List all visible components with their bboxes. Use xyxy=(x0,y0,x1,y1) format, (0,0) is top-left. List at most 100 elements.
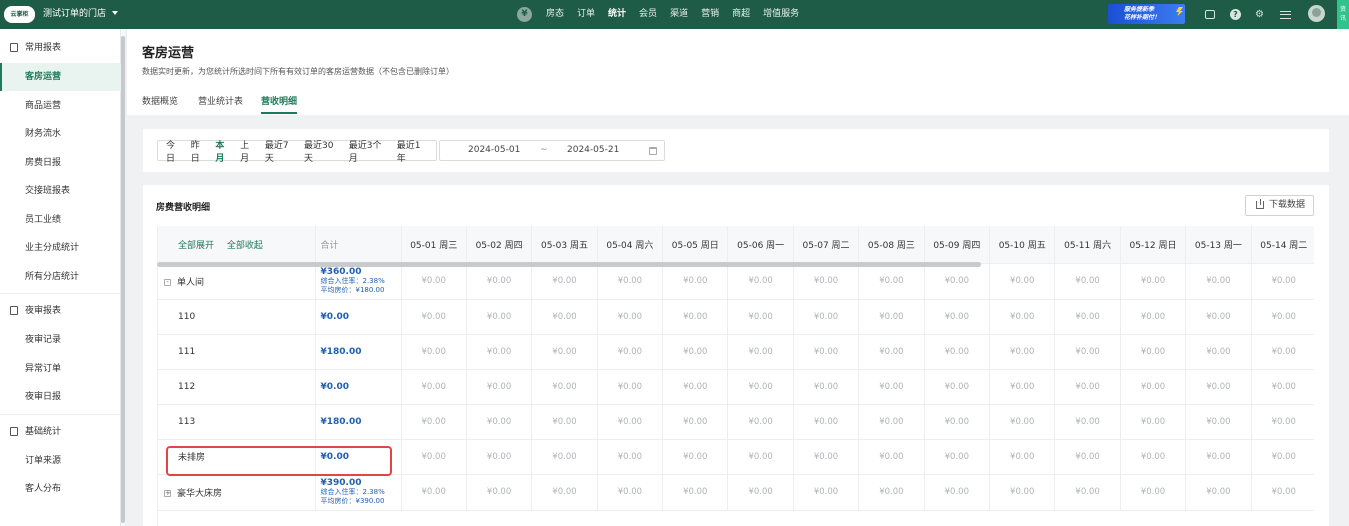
daily-revenue-cell: ¥0.00 xyxy=(662,299,729,335)
date-header: 05-02 周四 xyxy=(466,226,533,264)
sidebar-item-1-1[interactable]: 异常订单 xyxy=(0,355,121,383)
daily-revenue-cell: ¥0.00 xyxy=(597,334,664,370)
nav-item-2[interactable]: 统计 xyxy=(608,0,626,29)
end-date[interactable]: 2024-05-21 xyxy=(567,141,619,160)
start-date[interactable]: 2024-05-01 xyxy=(468,141,520,160)
daily-revenue-cell: ¥0.00 xyxy=(401,334,467,370)
message-icon[interactable] xyxy=(1205,10,1215,19)
nav-item-3[interactable]: 会员 xyxy=(639,0,657,29)
daily-revenue-cell: ¥0.00 xyxy=(466,369,533,405)
quick-range-5[interactable]: 最近30天 xyxy=(304,138,342,164)
help-icon[interactable]: ? xyxy=(1230,9,1241,20)
daily-revenue-cell: ¥0.00 xyxy=(531,334,598,370)
total-header: 合计 xyxy=(315,226,402,264)
row-name-cell: + 豪华大床房 xyxy=(158,474,316,511)
daily-revenue-cell: ¥0.00 xyxy=(597,369,664,405)
daily-revenue-cell: ¥0.00 xyxy=(858,369,925,405)
daily-revenue-cell: ¥0.00 xyxy=(924,404,991,440)
download-button[interactable]: 下载数据 xyxy=(1245,195,1314,216)
collapse-icon[interactable]: - xyxy=(164,278,171,286)
nav-item-4[interactable]: 渠道 xyxy=(670,0,688,29)
news-side-tab[interactable]: 资 讯 xyxy=(1337,0,1349,29)
nav-item-5[interactable]: 营销 xyxy=(701,0,719,29)
tab-revenue-detail[interactable]: 营收明细 xyxy=(261,94,297,107)
download-icon xyxy=(1256,199,1264,209)
sidebar-item-0-4[interactable]: 交接班报表 xyxy=(0,177,121,205)
daily-revenue-cell: ¥0.00 xyxy=(1054,474,1121,511)
quick-range-4[interactable]: 最近7天 xyxy=(265,138,297,164)
tab-business-stats[interactable]: 营业统计表 xyxy=(198,94,243,107)
quick-range-2[interactable]: 本月 xyxy=(215,138,233,164)
sidebar-item-0-2[interactable]: 财务流水 xyxy=(0,120,121,148)
quick-range-1[interactable]: 昨日 xyxy=(191,138,209,164)
sidebar-group-1[interactable]: 夜审报表 xyxy=(0,297,121,325)
expand-all-link[interactable]: 全部展开 xyxy=(178,241,214,251)
daily-revenue-cell: ¥0.00 xyxy=(401,404,467,440)
sidebar-item-1-0[interactable]: 夜审记录 xyxy=(0,326,121,354)
gear-icon[interactable]: ⚙ xyxy=(1254,9,1265,20)
quick-range-0[interactable]: 今日 xyxy=(166,138,184,164)
row-total-cell: ¥360.00 综合入住率：2.38% 平均房价：¥180.00 xyxy=(315,263,402,300)
collapse-all-link[interactable]: 全部收起 xyxy=(227,241,263,251)
sidebar-item-0-0[interactable]: 客房运营 xyxy=(0,63,121,91)
menu-icon[interactable] xyxy=(1280,11,1291,19)
daily-revenue-cell: ¥0.00 xyxy=(924,263,991,300)
date-range-picker[interactable]: 2024-05-01 ~ 2024-05-21 xyxy=(439,140,665,161)
sidebar-item-0-3[interactable]: 房费日报 xyxy=(0,149,121,177)
quick-range-6[interactable]: 最近3个月 xyxy=(349,138,390,164)
store-selector[interactable]: 测试订单的门店 xyxy=(43,0,106,29)
quick-range-7[interactable]: 最近1年 xyxy=(397,138,429,164)
promo-banner[interactable]: 服务提新季 花样补期付！ xyxy=(1108,4,1185,24)
nav-item-6[interactable]: 商超 xyxy=(732,0,750,29)
avatar[interactable] xyxy=(1308,5,1325,22)
sidebar-item-2-1[interactable]: 客人分布 xyxy=(0,475,121,503)
daily-revenue-cell: ¥0.00 xyxy=(1120,263,1187,300)
sidebar-scrollbar-thumb[interactable] xyxy=(121,36,125,523)
row-total-cell: ¥0.00 xyxy=(315,299,402,335)
card-title: 房费营收明细 xyxy=(156,203,211,213)
daily-revenue-cell: ¥0.00 xyxy=(924,299,991,335)
calendar-icon[interactable] xyxy=(649,147,657,155)
sidebar-group-0[interactable]: 常用报表 xyxy=(0,34,121,62)
date-header: 05-10 周五 xyxy=(989,226,1056,264)
row-total-value: ¥0.00 xyxy=(320,381,349,392)
expand-icon[interactable]: + xyxy=(164,489,171,497)
row-total-value: ¥180.00 xyxy=(320,346,362,357)
brand-logo[interactable]: 云掌柜 xyxy=(4,6,35,23)
report-icon xyxy=(10,43,18,52)
daily-revenue-cell: ¥0.00 xyxy=(1054,263,1121,300)
chevron-down-icon[interactable] xyxy=(112,11,118,15)
row-name-cell: 112 xyxy=(158,369,316,405)
daily-revenue-cell: ¥0.00 xyxy=(989,299,1056,335)
sidebar-item-0-7[interactable]: 所有分店统计 xyxy=(0,263,121,291)
currency-icon: ¥ xyxy=(517,7,532,22)
nav-item-0[interactable]: 房态 xyxy=(546,0,564,29)
tab-overview[interactable]: 数据概览 xyxy=(142,94,178,107)
sidebar-item-0-6[interactable]: 业主分成统计 xyxy=(0,234,121,262)
daily-revenue-cell: ¥0.00 xyxy=(793,334,860,370)
date-header: 05-09 周四 xyxy=(924,226,991,264)
nav-item-7[interactable]: 增值服务 xyxy=(763,0,799,29)
sidebar-item-0-1[interactable]: 商品运营 xyxy=(0,92,121,120)
sidebar-item-0-5[interactable]: 员工业绩 xyxy=(0,206,121,234)
daily-revenue-cell: ¥0.00 xyxy=(924,439,991,475)
daily-revenue-cell: ¥0.00 xyxy=(662,404,729,440)
sidebar-item-2-0[interactable]: 订单来源 xyxy=(0,447,121,475)
daily-revenue-cell: ¥0.00 xyxy=(401,299,467,335)
quick-range-3[interactable]: 上月 xyxy=(240,138,258,164)
sidebar-item-1-2[interactable]: 夜审日报 xyxy=(0,383,121,411)
daily-revenue-cell: ¥0.00 xyxy=(1251,299,1314,335)
daily-revenue-cell: ¥0.00 xyxy=(989,439,1056,475)
quick-range-selector: 今日 昨日 本月 上月 最近7天 最近30天 最近3个月 最近1年 xyxy=(157,138,437,164)
daily-revenue-cell: ¥0.00 xyxy=(858,263,925,300)
daily-revenue-cell: ¥0.00 xyxy=(924,334,991,370)
sidebar-group-2[interactable]: 基础统计 xyxy=(0,418,121,446)
table-header-row: 全部展开 全部收起 合计 05-01 周三 05-02 周四 05-03 周五 05-… xyxy=(158,226,1314,264)
daily-revenue-cell: ¥0.00 xyxy=(531,474,598,511)
table-horizontal-scrollbar[interactable] xyxy=(157,262,981,267)
date-header: 05-04 周六 xyxy=(597,226,664,264)
room-row: 未排房 ¥0.00 ¥0.00 ¥0.00 ¥0.00 ¥0.00 ¥0.00 ¥0.00 ¥0… xyxy=(158,439,1314,475)
daily-revenue-cell: ¥0.00 xyxy=(662,439,729,475)
daily-revenue-cell: ¥0.00 xyxy=(989,369,1056,405)
nav-item-1[interactable]: 订单 xyxy=(577,0,595,29)
